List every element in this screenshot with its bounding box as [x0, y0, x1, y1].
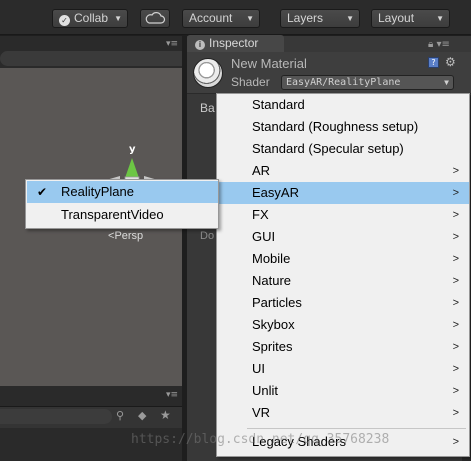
- submenu-arrow-icon: >: [452, 297, 459, 309]
- shader-value: EasyAR/RealityPlane: [286, 77, 401, 88]
- chevron-down-icon: ▼: [436, 14, 444, 23]
- collab-button[interactable]: ✓ Collab ▼: [52, 9, 128, 28]
- layers-dropdown[interactable]: Layers ▼: [280, 9, 360, 28]
- tab-inspector[interactable]: i Inspector: [187, 35, 284, 52]
- layout-label: Layout: [378, 11, 415, 25]
- shader-menu: Standard Standard (Roughness setup) Stan…: [216, 93, 470, 457]
- submenu-arrow-icon: >: [452, 385, 459, 397]
- scene-search-field[interactable]: [0, 51, 182, 66]
- menu-item-easyar[interactable]: EasyAR >: [218, 182, 469, 204]
- menu-item-legacy-shaders[interactable]: Legacy Shaders >: [218, 431, 469, 453]
- menu-item-fx[interactable]: FX >: [218, 204, 469, 226]
- menu-item-standard-roughness[interactable]: Standard (Roughness setup): [218, 116, 469, 138]
- cloud-icon: [145, 12, 166, 24]
- inspector-tools: 🔒︎ ▾≡: [428, 39, 450, 50]
- menu-item-nature[interactable]: Nature >: [218, 270, 469, 292]
- menu-item-skybox[interactable]: Skybox >: [218, 314, 469, 336]
- inspector-tab-label: Inspector: [209, 36, 259, 50]
- account-dropdown[interactable]: Account ▼: [182, 9, 260, 28]
- chevron-down-icon: ▼: [246, 14, 254, 23]
- submenu-arrow-icon: >: [452, 319, 459, 331]
- submenu-arrow-icon: >: [452, 363, 459, 375]
- submenu-item-transparentvideo[interactable]: TransparentVideo: [27, 204, 218, 226]
- shader-dropdown[interactable]: EasyAR/RealityPlane ▼: [281, 75, 454, 90]
- chevron-down-icon: ▼: [114, 14, 122, 23]
- chevron-down-icon: ▼: [346, 14, 354, 23]
- panel-menu-icon[interactable]: ▾≡: [437, 39, 450, 50]
- help-book-icon[interactable]: ?: [428, 57, 439, 68]
- menu-item-standard-specular[interactable]: Standard (Specular setup): [218, 138, 469, 160]
- menu-item-ar[interactable]: AR >: [218, 160, 469, 182]
- menu-separator: [247, 428, 466, 429]
- project-panel: ▾≡ ⚲ ◆ ★: [0, 386, 182, 461]
- layout-dropdown[interactable]: Layout ▼: [371, 9, 450, 28]
- gear-icon[interactable]: ⚙: [445, 55, 456, 69]
- top-toolbar: ✓ Collab ▼ Account ▼ Layers ▼ Layout ▼: [0, 0, 471, 35]
- chevron-down-icon: ▼: [444, 78, 449, 87]
- account-label: Account: [189, 11, 233, 25]
- info-icon: i: [195, 40, 205, 50]
- material-name: New Material: [231, 56, 307, 71]
- easyar-submenu: ✔ RealityPlane TransparentVideo: [25, 179, 219, 229]
- menu-item-mobile[interactable]: Mobile >: [218, 248, 469, 270]
- submenu-arrow-icon: >: [452, 253, 459, 265]
- shader-label: Shader: [231, 75, 270, 89]
- panel-menu-icon[interactable]: ▾≡: [166, 390, 178, 400]
- label-icon[interactable]: ◆: [138, 409, 146, 422]
- partial-property-label: Ba: [200, 101, 215, 115]
- menu-item-particles[interactable]: Particles >: [218, 292, 469, 314]
- partial-property-label: Do: [200, 230, 215, 242]
- menu-item-vr[interactable]: VR >: [218, 402, 469, 424]
- menu-item-sprites[interactable]: Sprites >: [218, 336, 469, 358]
- project-search-field[interactable]: [0, 409, 112, 424]
- material-preview-icon: [193, 58, 223, 88]
- submenu-arrow-icon: >: [452, 341, 459, 353]
- gizmo-y-cone: [125, 158, 139, 178]
- menu-item-unlit[interactable]: Unlit >: [218, 380, 469, 402]
- star-icon[interactable]: ★: [160, 408, 171, 422]
- submenu-arrow-icon: >: [452, 436, 459, 448]
- menu-item-ui[interactable]: UI >: [218, 358, 469, 380]
- collab-label: Collab: [74, 11, 109, 25]
- check-icon: ✓: [59, 15, 70, 26]
- filter-icon[interactable]: ⚲: [116, 409, 124, 422]
- layers-label: Layers: [287, 11, 324, 25]
- persp-toggle[interactable]: <Persp: [108, 230, 143, 242]
- submenu-arrow-icon: >: [452, 209, 459, 221]
- submenu-arrow-icon: >: [452, 165, 459, 177]
- submenu-arrow-icon: >: [452, 407, 459, 419]
- gizmo-y-label: y: [129, 144, 136, 155]
- cloud-button[interactable]: [140, 9, 170, 28]
- menu-item-gui[interactable]: GUI >: [218, 226, 469, 248]
- submenu-arrow-icon: >: [452, 231, 459, 243]
- submenu-arrow-icon: >: [452, 275, 459, 287]
- checkmark-icon: ✔: [37, 185, 48, 199]
- submenu-item-realityplane[interactable]: ✔ RealityPlane: [27, 181, 218, 203]
- lock-icon[interactable]: 🔒︎: [428, 39, 433, 50]
- menu-item-standard[interactable]: Standard: [218, 94, 469, 116]
- submenu-arrow-icon: >: [452, 187, 459, 199]
- panel-menu-icon[interactable]: ▾≡: [166, 39, 178, 49]
- persp-label: Persp: [114, 230, 144, 242]
